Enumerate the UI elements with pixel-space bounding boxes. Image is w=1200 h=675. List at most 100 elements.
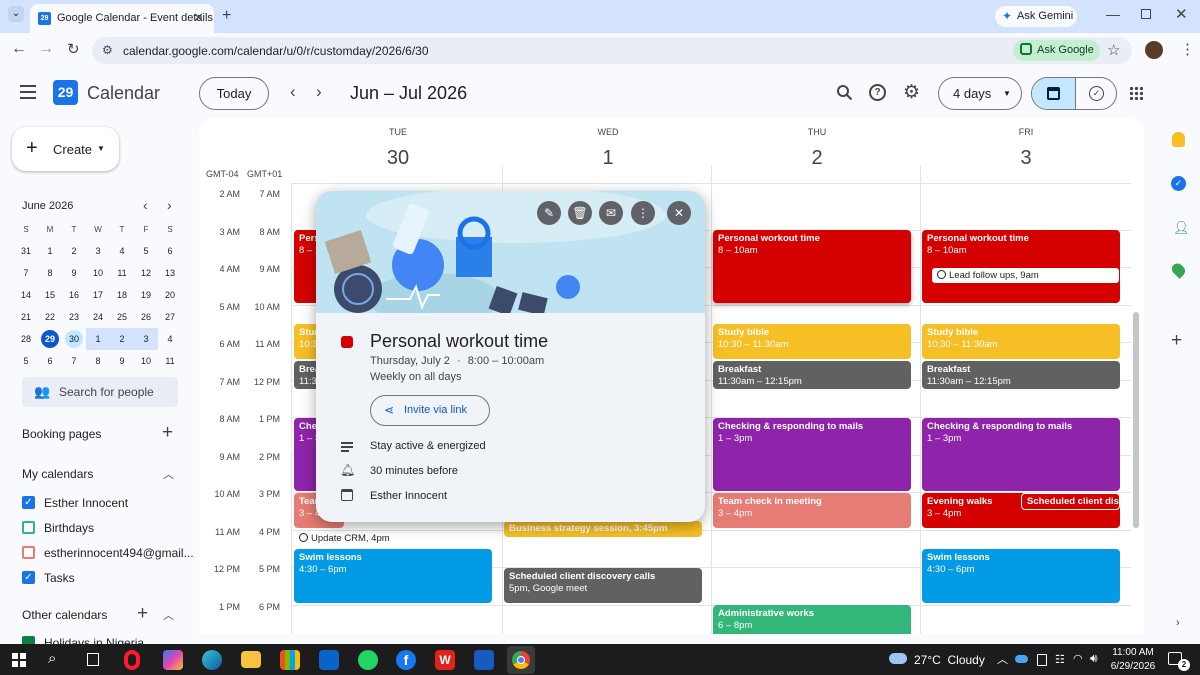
task-chip[interactable]: Update CRM, 4pm [294, 531, 492, 547]
mini-day[interactable]: 20 [158, 284, 182, 306]
calendar-item-birthdays[interactable]: Birthdays [22, 520, 182, 536]
calendar-logo[interactable]: 29 [53, 80, 78, 105]
mini-day[interactable]: 19 [134, 284, 158, 306]
task-view-icon[interactable] [87, 653, 99, 666]
mini-day[interactable]: 9 [110, 350, 134, 372]
tasks-view-toggle[interactable]: ✓ [1075, 78, 1116, 109]
whatsapp-icon[interactable] [358, 650, 378, 670]
volume-icon[interactable]: 🔊︎ [1090, 651, 1098, 666]
store-icon[interactable] [280, 650, 300, 670]
mini-day[interactable]: 9 [62, 262, 86, 284]
event-chip[interactable]: Team check in meeting 3 – 4pm [713, 493, 911, 528]
file-explorer-icon[interactable] [241, 651, 261, 668]
main-menu-icon[interactable] [20, 85, 36, 99]
mini-day-today[interactable]: 29 [38, 328, 62, 350]
add-other-calendar-icon[interactable]: + [137, 603, 148, 625]
day-number[interactable]: 1 [508, 147, 708, 170]
clock-time[interactable]: 11:00 AM [1112, 647, 1154, 658]
day-number[interactable]: 2 [717, 147, 917, 170]
mini-day[interactable]: 3 [134, 328, 158, 350]
mini-day[interactable]: 2 [62, 240, 86, 262]
wps-icon[interactable]: W [435, 650, 455, 670]
mini-day[interactable]: 8 [38, 262, 62, 284]
facebook-icon[interactable]: f [396, 650, 416, 670]
my-calendars-label[interactable]: My calendars [22, 467, 93, 481]
next-period-icon[interactable]: › [316, 82, 322, 102]
mini-day[interactable]: 6 [38, 350, 62, 372]
mini-day[interactable]: 3 [86, 240, 110, 262]
event-chip[interactable]: Business strategy session, 3:45pm [504, 521, 702, 537]
checkbox-checked-icon[interactable]: ✓ [22, 571, 35, 584]
edit-pencil-icon[interactable]: ✎ [537, 201, 561, 225]
mini-day[interactable]: 10 [86, 262, 110, 284]
chrome-icon[interactable] [507, 646, 535, 674]
help-icon[interactable]: ? [869, 84, 886, 101]
search-icon[interactable]: ⌕ [48, 650, 56, 667]
invite-via-link-button[interactable]: ⋖ Invite via link [370, 395, 490, 426]
mini-day[interactable]: 4 [110, 240, 134, 262]
keep-icon[interactable] [1172, 132, 1185, 147]
browser-tab[interactable]: 29 Google Calendar - Event details ✕ [30, 4, 214, 33]
mini-next-month-icon[interactable]: › [167, 197, 172, 213]
event-chip[interactable]: Breakfast 11:30am – 12:15pm [922, 361, 1120, 389]
minimize-button[interactable]: — [1106, 6, 1120, 22]
event-chip[interactable]: Administrative works 6 – 8pm [713, 605, 911, 634]
mini-day[interactable]: 11 [158, 350, 182, 372]
mini-day[interactable]: 16 [62, 284, 86, 306]
delete-trash-icon[interactable]: 🗑 [568, 201, 592, 225]
wifi-icon[interactable]: ◠ [1073, 652, 1083, 665]
opera-icon[interactable] [124, 650, 140, 670]
search-icon[interactable] [836, 84, 853, 101]
maximize-button[interactable] [1141, 9, 1151, 19]
add-addon-icon[interactable]: + [1171, 330, 1182, 352]
mini-day[interactable]: 31 [14, 240, 38, 262]
mini-day[interactable]: 17 [86, 284, 110, 306]
mini-day[interactable]: 8 [86, 350, 110, 372]
calendar-item-esther[interactable]: ✓ Esther Innocent [22, 495, 182, 511]
mini-day[interactable]: 18 [110, 284, 134, 306]
add-booking-page-icon[interactable]: + [162, 422, 173, 444]
calendar-item-tasks[interactable]: ✓ Tasks [22, 570, 182, 586]
event-chip[interactable]: Swim lessons 4:30 – 6pm [922, 549, 1120, 603]
mini-day[interactable]: 11 [110, 262, 134, 284]
outlook-icon[interactable] [319, 650, 339, 670]
contacts-icon[interactable]: 👤︎ [1173, 220, 1190, 236]
day-number[interactable]: 30 [298, 147, 498, 170]
search-people-input[interactable]: 👥 Search for people [22, 377, 178, 407]
calendar-item-holidays[interactable]: Holidays in Nigeria [22, 635, 182, 644]
mini-day[interactable]: 4 [158, 328, 182, 350]
ask-gemini-button[interactable]: ✦ Ask Gemini [995, 6, 1077, 27]
weather-text[interactable]: 27°C Cloudy [914, 653, 985, 667]
browser-menu-icon[interactable]: ⋮ [1180, 40, 1195, 58]
previous-period-icon[interactable]: ‹ [290, 82, 296, 102]
create-button[interactable]: + Create ▼ [12, 127, 119, 171]
checkbox-checked-icon[interactable]: ✓ [22, 496, 35, 509]
tasks-icon[interactable]: ✓ [1171, 176, 1186, 191]
checkbox-unchecked-icon[interactable] [22, 521, 35, 534]
mini-day[interactable]: 14 [14, 284, 38, 306]
mini-day[interactable]: 10 [134, 350, 158, 372]
event-chip[interactable]: Checking & responding to mails 1 – 3pm [922, 418, 1120, 491]
other-calendars-label[interactable]: Other calendars [22, 608, 107, 622]
forward-arrow-icon[interactable]: → [38, 40, 54, 58]
tab-search-button[interactable]: ⌄ [8, 6, 24, 22]
profile-avatar[interactable] [1145, 41, 1163, 59]
network-icon[interactable]: ☷ [1055, 653, 1065, 666]
mini-day[interactable]: 24 [86, 306, 110, 328]
event-chip[interactable]: Study bible 10:30 – 11:30am [713, 324, 911, 359]
edge-icon[interactable] [202, 650, 222, 670]
mini-day[interactable]: 12 [134, 262, 158, 284]
view-selector[interactable]: 4 days ▼ [938, 77, 1022, 110]
mini-day[interactable]: 27 [158, 306, 182, 328]
reload-icon[interactable]: ↻ [67, 40, 80, 58]
mini-day[interactable]: 7 [62, 350, 86, 372]
event-chip[interactable]: Scheduled client discovery calls 5pm, Goo… [504, 568, 702, 603]
site-settings-icon[interactable]: ⚙ [102, 43, 113, 57]
more-options-icon[interactable]: ⋮ [631, 201, 655, 225]
checkbox-checked-icon[interactable] [22, 636, 35, 644]
event-chip[interactable]: Swim lessons 4:30 – 6pm [294, 549, 492, 603]
tab-close-icon[interactable]: ✕ [193, 10, 204, 26]
bookmark-star-icon[interactable]: ☆ [1107, 41, 1120, 59]
email-envelope-icon[interactable]: ✉ [599, 201, 623, 225]
mini-day[interactable]: 7 [14, 262, 38, 284]
